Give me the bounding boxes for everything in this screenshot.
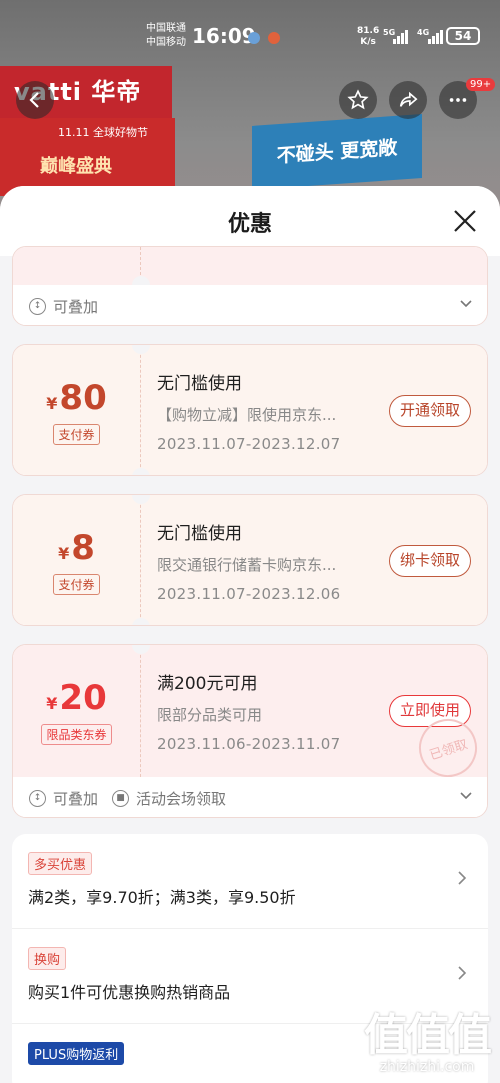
- coupon-type-tag: 支付券: [53, 423, 100, 445]
- offer-tag: 换购: [28, 947, 67, 970]
- carrier-1: 中国联通: [146, 23, 186, 34]
- coupon-description: 限交通银行储蓄卡购京东...: [157, 556, 337, 574]
- activate-claim-button[interactable]: 开通领取: [388, 395, 471, 427]
- coupon-amount: ¥ 8: [58, 528, 95, 568]
- amount-value: 8: [71, 527, 95, 568]
- coupon-body: ¥ 80 支付券 无门槛使用 【购物立减】限使用京东... 2023.11.07…: [13, 345, 487, 475]
- net-speed: 81.6 K/s: [357, 26, 379, 48]
- watermark-logo: 值值值: [364, 1010, 492, 1061]
- coupon-card-partial: [13, 247, 487, 294]
- coupon-amount-block: ¥ 20 限品类东券: [13, 645, 141, 777]
- store-sign: 不碰头 更宽敞: [252, 114, 422, 190]
- coupon-amount: ¥ 80: [46, 378, 106, 418]
- coupon-body: ¥ 8 支付券 无门槛使用 限交通银行储蓄卡购京东... 2023.11.07-…: [13, 495, 487, 625]
- stackable-row[interactable]: ↕ 可叠加: [13, 285, 487, 325]
- currency-symbol: ¥: [46, 393, 58, 413]
- watermark-url: zhizhizhi.com: [379, 1059, 475, 1075]
- discount-sheet: 优惠 ↕ 可叠加 ¥ 80 支付券 无门槛使用 【购物立减】限使用京东... 2…: [0, 186, 500, 1083]
- coupon-amount-block: ¥ 8 支付券: [13, 495, 141, 625]
- bind-card-claim-button[interactable]: 绑卡领取: [388, 545, 471, 577]
- coupon-date: 2023.11.07-2023.12.06: [157, 585, 341, 603]
- coupon-amount-block: ¥ 80 支付券: [13, 345, 141, 475]
- star-icon: [347, 89, 369, 110]
- coupon-card: ¥ 8 支付券 无门槛使用 限交通银行储蓄卡购京东... 2023.11.07-…: [12, 494, 488, 626]
- currency-symbol: ¥: [46, 693, 58, 713]
- more-dots-icon: [449, 98, 467, 102]
- carrier-names: 中国联通 中国移动: [146, 22, 186, 50]
- chevron-down-icon: [460, 792, 472, 800]
- battery-icon: 54: [446, 27, 480, 45]
- coupon-info: 无门槛使用 限交通银行储蓄卡购京东... 2023.11.07-2023.12.…: [141, 495, 487, 625]
- app-notification-icon: [248, 32, 260, 44]
- coupon-description: 限部分品类可用: [157, 706, 263, 724]
- venue-label: 活动会场领取: [136, 789, 227, 808]
- venue-icon: ■: [112, 789, 130, 807]
- coupon-type-tag: 限品类东券: [41, 723, 112, 745]
- site-watermark: 值值值 zhizhizhi.com: [364, 999, 492, 1075]
- coupon-card: ¥ 80 支付券 无门槛使用 【购物立减】限使用京东... 2023.11.07…: [12, 344, 488, 476]
- coupon-group-top: ↕ 可叠加: [12, 246, 488, 326]
- favorite-button[interactable]: [339, 81, 377, 119]
- signal-bars-icon: [393, 28, 408, 44]
- offer-tag: 多买优惠: [28, 852, 93, 875]
- signal-bars-icon: [428, 28, 443, 44]
- coupon-left: [13, 247, 141, 285]
- coupon-body: ¥ 20 限品类东券 满200元可用 限部分品类可用 2023.11.06-20…: [13, 645, 487, 785]
- net-speed-unit: K/s: [360, 37, 376, 47]
- sheet-title: 优惠: [227, 212, 272, 237]
- coupon-amount: ¥ 20: [46, 678, 106, 718]
- chevron-right-icon: [458, 966, 467, 980]
- offer-tag: PLUS购物返利: [28, 1042, 125, 1065]
- amount-value: 80: [59, 377, 107, 418]
- app-notification-icon: [268, 32, 280, 44]
- close-icon[interactable]: [452, 208, 478, 234]
- stackable-row[interactable]: ↕ 可叠加 ■ 活动会场领取: [13, 777, 487, 817]
- promo-small-text: 11.11 全球好物节: [58, 126, 148, 139]
- stackable-label: 可叠加: [53, 297, 99, 316]
- net-speed-value: 81.6: [357, 26, 380, 36]
- coupon-info: 无门槛使用 【购物立减】限使用京东... 2023.11.07-2023.12.…: [141, 345, 487, 475]
- amount-value: 20: [59, 677, 107, 718]
- coupon-description: 【购物立减】限使用京东...: [157, 406, 337, 424]
- coupon-condition: 无门槛使用: [157, 374, 242, 394]
- chevron-left-icon: [29, 92, 39, 108]
- offer-text: 满2类，享9.70折；满3类，享9.50折: [28, 888, 296, 907]
- coupon-condition: 无门槛使用: [157, 524, 242, 544]
- stackable-icon: ↕: [29, 297, 46, 315]
- chevron-down-icon: [460, 300, 472, 308]
- share-button[interactable]: [389, 81, 427, 119]
- back-button[interactable]: [16, 81, 54, 119]
- clock: 16:09: [192, 24, 256, 48]
- coupon-condition: 满200元可用: [157, 674, 258, 694]
- coupon-card: ¥ 20 限品类东券 满200元可用 限部分品类可用 2023.11.06-20…: [12, 644, 488, 818]
- carrier-2: 中国移动: [146, 37, 186, 48]
- coupon-type-tag: 支付券: [53, 573, 100, 595]
- offer-row[interactable]: 多买优惠 满2类，享9.70折；满3类，享9.50折: [12, 834, 488, 929]
- message-count-badge: 99+: [466, 78, 496, 91]
- share-icon: [399, 91, 418, 107]
- stackable-label: 可叠加: [53, 789, 99, 808]
- currency-symbol: ¥: [58, 543, 70, 563]
- coupon-date: 2023.11.07-2023.12.07: [157, 435, 341, 453]
- stackable-icon: ↕: [29, 789, 46, 807]
- status-bar: 中国联通 中国移动 16:09 81.6 K/s 5G 4G 54: [0, 0, 500, 62]
- chevron-right-icon: [458, 871, 467, 885]
